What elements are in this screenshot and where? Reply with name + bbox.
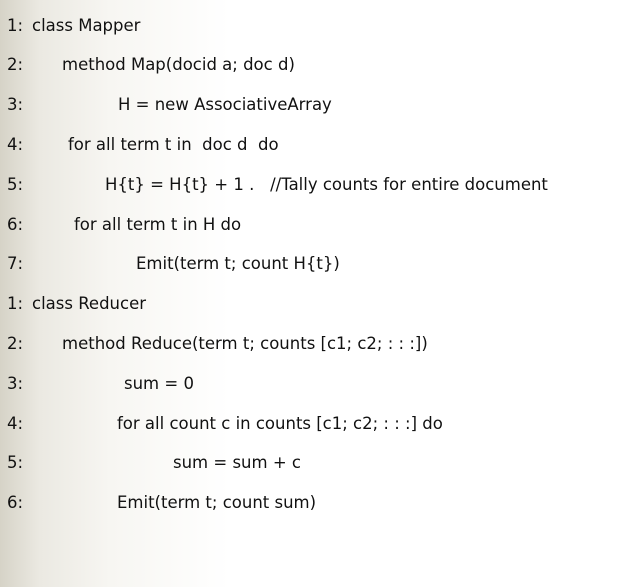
code-text: H = new AssociativeArray — [118, 95, 332, 114]
line-number: 5: — [7, 453, 24, 472]
mapper-line-3: 3: H = new AssociativeArray — [0, 93, 332, 117]
code-text: sum = sum + c — [173, 453, 301, 472]
code-slide: 1: class Mapper 2: method Map(docid a; d… — [0, 0, 629, 540]
line-number: 3: — [7, 374, 24, 393]
code-text: class Reducer — [32, 294, 147, 313]
line-number: 2: — [7, 55, 24, 74]
mapper-line-2: 2: method Map(docid a; doc d) — [0, 53, 295, 77]
line-number: 4: — [7, 414, 24, 433]
line-number: 2: — [7, 334, 24, 353]
code-text: class Mapper — [32, 16, 141, 35]
line-number: 4: — [7, 135, 24, 154]
reducer-line-1: 1: class Reducer — [0, 292, 146, 316]
reducer-line-2: 2: method Reduce(term t; counts [c1; c2;… — [0, 332, 428, 356]
mapper-line-4: 4: for all term t in doc d do — [0, 133, 279, 157]
code-text: sum = 0 — [124, 374, 194, 393]
code-text: Emit(term t; count H{t}) — [136, 254, 340, 273]
code-text: H{t} = H{t} + 1 . //Tally counts for ent… — [105, 175, 548, 194]
reducer-line-4: 4: for all count c in counts [c1; c2; : … — [0, 412, 443, 436]
code-text: for all count c in counts [c1; c2; : : :… — [117, 414, 443, 433]
code-text: for all term t in H do — [74, 215, 242, 234]
reducer-line-3: 3: sum = 0 — [0, 372, 194, 396]
code-text: method Map(docid a; doc d) — [62, 55, 295, 74]
line-number: 3: — [7, 95, 24, 114]
line-number: 5: — [7, 175, 24, 194]
line-number: 6: — [7, 215, 24, 234]
mapper-line-5: 5: H{t} = H{t} + 1 . //Tally counts for … — [0, 173, 548, 197]
reducer-line-5: 5: sum = sum + c — [0, 451, 301, 475]
mapper-line-1: 1: class Mapper — [0, 14, 140, 38]
mapper-line-7: 7: Emit(term t; count H{t}) — [0, 252, 340, 276]
code-text: for all term t in doc d do — [68, 135, 279, 154]
reducer-line-6: 6: Emit(term t; count sum) — [0, 491, 316, 515]
line-number: 7: — [7, 254, 24, 273]
line-number: 6: — [7, 493, 24, 512]
code-text: method Reduce(term t; counts [c1; c2; : … — [62, 334, 428, 353]
mapper-line-6: 6: for all term t in H do — [0, 213, 241, 237]
code-text: Emit(term t; count sum) — [117, 493, 317, 512]
line-number: 1: — [7, 16, 24, 35]
line-number: 1: — [7, 294, 24, 313]
